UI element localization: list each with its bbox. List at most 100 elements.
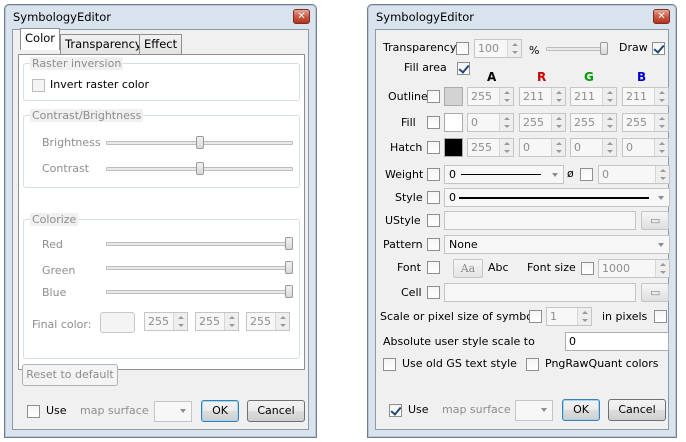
ustyle-field[interactable] bbox=[444, 211, 636, 230]
spinner-arrows-icon[interactable] bbox=[577, 308, 591, 325]
pattern-combo[interactable]: None bbox=[444, 235, 670, 254]
ok-button[interactable]: OK bbox=[562, 399, 600, 421]
blue-slider-thumb[interactable] bbox=[285, 285, 293, 298]
transparency-checkbox[interactable] bbox=[456, 42, 469, 55]
fill-g-spinner[interactable]: 255 bbox=[570, 113, 617, 132]
spinner-arrows-icon[interactable] bbox=[654, 139, 668, 156]
cancel-button[interactable]: Cancel bbox=[247, 400, 305, 422]
weight-combo[interactable]: 0 bbox=[444, 165, 564, 184]
blue-slider-track[interactable] bbox=[106, 290, 293, 294]
transparency-spinner[interactable]: 100 bbox=[474, 39, 522, 58]
spinner-arrows-icon[interactable] bbox=[499, 139, 513, 156]
spinner-arrows-icon[interactable] bbox=[602, 88, 616, 105]
close-button[interactable]: ✕ bbox=[293, 9, 310, 24]
use-map-surface-checkbox[interactable] bbox=[389, 404, 402, 417]
chevron-down-icon[interactable] bbox=[536, 401, 552, 418]
outline-color-swatch[interactable] bbox=[444, 87, 463, 106]
spinner-arrows-icon[interactable] bbox=[655, 166, 669, 183]
spinner-arrows-icon[interactable] bbox=[551, 114, 565, 131]
hatch-color-swatch[interactable] bbox=[444, 138, 463, 157]
transparency-slider-track[interactable] bbox=[546, 47, 608, 51]
fill-r-spinner[interactable]: 255 bbox=[519, 113, 566, 132]
fill-checkbox[interactable] bbox=[427, 116, 440, 129]
cell-browse-button[interactable]: ▭ bbox=[641, 283, 669, 302]
scale-checkbox[interactable] bbox=[529, 310, 542, 323]
cell-field[interactable] bbox=[444, 283, 636, 302]
invert-raster-checkbox[interactable] bbox=[32, 79, 45, 92]
spinner-arrows-icon[interactable] bbox=[602, 139, 616, 156]
cancel-button[interactable]: Cancel bbox=[608, 399, 666, 421]
scale-spinner[interactable]: 1 bbox=[546, 307, 592, 326]
abs-scale-input[interactable]: 0 bbox=[565, 332, 669, 351]
png-raw-quant-checkbox[interactable] bbox=[526, 358, 539, 371]
hatch-b-spinner[interactable]: 0 bbox=[622, 138, 669, 157]
spinner-arrows-icon[interactable] bbox=[655, 260, 669, 277]
chevron-down-icon[interactable] bbox=[653, 189, 669, 206]
outline-checkbox[interactable] bbox=[427, 90, 440, 103]
contrast-slider-thumb[interactable] bbox=[195, 162, 204, 175]
font-checkbox[interactable] bbox=[427, 261, 440, 274]
fill-a-spinner[interactable]: 0 bbox=[467, 113, 514, 132]
brightness-slider-thumb[interactable] bbox=[195, 136, 204, 149]
style-combo[interactable]: 0 bbox=[444, 188, 670, 207]
spinner-arrows-icon[interactable] bbox=[499, 114, 513, 131]
cell-checkbox[interactable] bbox=[427, 286, 440, 299]
close-button[interactable]: ✕ bbox=[653, 9, 670, 24]
green-slider-track[interactable] bbox=[106, 266, 293, 270]
chevron-down-icon[interactable] bbox=[653, 236, 669, 253]
old-gs-text-checkbox[interactable] bbox=[383, 358, 396, 371]
final-b-spinner[interactable]: 255 bbox=[246, 312, 290, 331]
spinner-arrows-icon[interactable] bbox=[551, 88, 565, 105]
style-checkbox[interactable] bbox=[427, 191, 440, 204]
use-map-surface-checkbox[interactable] bbox=[27, 405, 40, 418]
fill-color-swatch[interactable] bbox=[444, 113, 463, 132]
diameter-spinner[interactable]: 0 bbox=[598, 165, 670, 184]
hatch-r-spinner[interactable]: 0 bbox=[519, 138, 566, 157]
map-surface-combo[interactable] bbox=[154, 401, 192, 422]
font-size-checkbox[interactable] bbox=[581, 262, 594, 275]
fill-b-spinner[interactable]: 255 bbox=[622, 113, 669, 132]
spinner-arrows-icon[interactable] bbox=[551, 139, 565, 156]
diameter-checkbox[interactable] bbox=[580, 168, 593, 181]
spinner-arrows-icon[interactable] bbox=[173, 313, 187, 330]
hatch-g-spinner[interactable]: 0 bbox=[570, 138, 617, 157]
spinner-arrows-icon[interactable] bbox=[275, 313, 289, 330]
red-slider-thumb[interactable] bbox=[285, 237, 293, 250]
spinner-arrows-icon[interactable] bbox=[507, 40, 521, 57]
tab-transparency[interactable]: Transparency bbox=[60, 34, 147, 54]
map-surface-combo[interactable] bbox=[515, 400, 553, 421]
final-g-spinner[interactable]: 255 bbox=[195, 312, 239, 331]
hatch-a-spinner[interactable]: 255 bbox=[467, 138, 514, 157]
outline-b-spinner[interactable]: 211 bbox=[622, 87, 669, 106]
tab-effect[interactable]: Effect bbox=[139, 34, 183, 54]
spinner-arrows-icon[interactable] bbox=[654, 114, 668, 131]
spinner-arrows-icon[interactable] bbox=[602, 114, 616, 131]
outline-g-spinner[interactable]: 211 bbox=[570, 87, 617, 106]
outline-r-spinner[interactable]: 211 bbox=[519, 87, 566, 106]
reset-to-default-button[interactable]: Reset to default bbox=[22, 364, 118, 386]
in-pixels-checkbox[interactable] bbox=[654, 310, 667, 323]
fill-area-checkbox[interactable] bbox=[457, 62, 470, 75]
red-slider-track[interactable] bbox=[106, 242, 293, 246]
ok-button[interactable]: OK bbox=[201, 400, 239, 422]
title-bar[interactable]: SymbologyEditor ✕ bbox=[5, 5, 316, 29]
outline-a-spinner[interactable]: 255 bbox=[467, 87, 514, 106]
pattern-checkbox[interactable] bbox=[427, 238, 440, 251]
weight-checkbox[interactable] bbox=[427, 168, 440, 181]
font-size-spinner[interactable]: 1000 bbox=[598, 259, 670, 278]
ustyle-checkbox[interactable] bbox=[427, 214, 440, 227]
chevron-down-icon[interactable] bbox=[547, 166, 563, 183]
font-picker-button[interactable]: Aa bbox=[453, 259, 483, 278]
tab-color[interactable]: Color bbox=[20, 28, 61, 50]
title-bar[interactable]: SymbologyEditor ✕ bbox=[368, 5, 676, 29]
hatch-checkbox[interactable] bbox=[427, 141, 440, 154]
transparency-slider-thumb[interactable] bbox=[600, 42, 608, 55]
final-r-spinner[interactable]: 255 bbox=[144, 312, 188, 331]
chevron-down-icon[interactable] bbox=[175, 402, 191, 419]
green-slider-thumb[interactable] bbox=[285, 261, 293, 274]
draw-checkbox[interactable] bbox=[652, 42, 665, 55]
spinner-arrows-icon[interactable] bbox=[654, 88, 668, 105]
spinner-arrows-icon[interactable] bbox=[224, 313, 238, 330]
spinner-arrows-icon[interactable] bbox=[499, 88, 513, 105]
ustyle-browse-button[interactable]: ▭ bbox=[641, 211, 669, 230]
